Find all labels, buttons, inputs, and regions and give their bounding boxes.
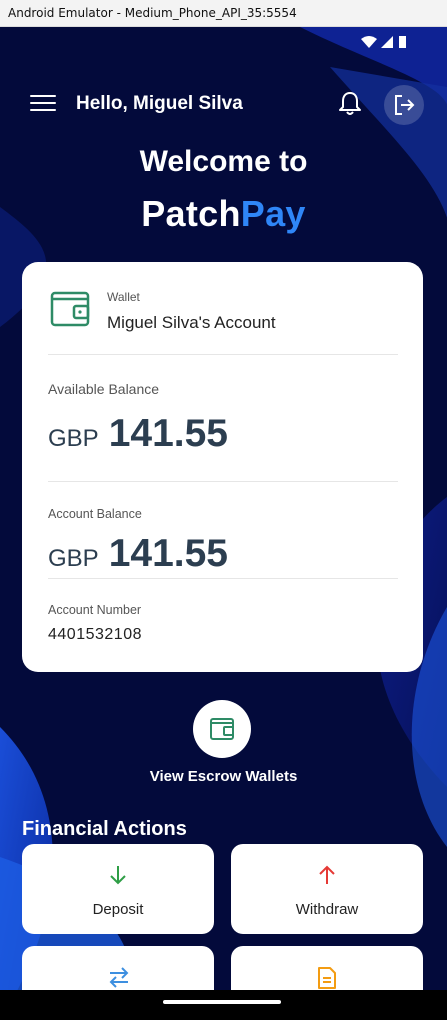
brand-logo-text: PatchPay: [0, 193, 447, 235]
available-balance-amount: GBP 141.55: [48, 412, 228, 456]
window-title: Android Emulator - Medium_Phone_API_35:5…: [8, 6, 297, 20]
brand-part-2: Pay: [240, 193, 306, 234]
view-escrow-wallets-label[interactable]: View Escrow Wallets: [0, 768, 447, 785]
divider: [48, 354, 398, 355]
account-currency: GBP: [48, 545, 99, 572]
financial-actions-heading: Financial Actions: [22, 818, 187, 840]
transfer-icon: [109, 967, 129, 988]
account-balance-amount: GBP 141.55: [48, 532, 228, 576]
escrow-wallet-icon: [210, 718, 234, 740]
arrow-up-icon: [319, 865, 335, 884]
divider: [48, 578, 398, 579]
signal-battery-icon: [361, 36, 406, 48]
deposit-label: Deposit: [92, 901, 144, 918]
divider: [48, 481, 398, 482]
menu-icon[interactable]: [30, 95, 56, 115]
arrow-down-icon: [110, 866, 126, 885]
withdraw-label: Withdraw: [295, 901, 359, 918]
status-bar: [0, 27, 447, 55]
wallet-account-name: Miguel Silva's Account: [107, 313, 276, 332]
logout-button[interactable]: [384, 85, 424, 125]
withdraw-button[interactable]: Withdraw: [231, 844, 423, 934]
wallet-label: Wallet: [107, 290, 140, 304]
available-currency: GBP: [48, 425, 99, 452]
logout-icon: [395, 95, 415, 115]
available-amount-value: 141.55: [108, 412, 228, 455]
gesture-nav-bar: [0, 990, 447, 1020]
account-number-label: Account Number: [48, 603, 142, 617]
brand-part-1: Patch: [141, 193, 241, 234]
wallet-icon: [50, 291, 90, 327]
account-number-value: 4401532108: [48, 626, 142, 643]
document-icon: [318, 967, 336, 989]
welcome-heading: Welcome to: [139, 145, 308, 178]
wallet-card: Wallet Miguel Silva's Account Available …: [22, 262, 423, 672]
notification-bell-icon[interactable]: [338, 91, 362, 117]
available-balance-label: Available Balance: [48, 381, 160, 397]
app-bar: Hello, Miguel Silva: [0, 85, 447, 127]
phone-screen: Hello, Miguel Silva Welcome to PatchPay …: [0, 27, 447, 1020]
home-gesture-handle[interactable]: [163, 1000, 281, 1004]
greeting-text: Hello, Miguel Silva: [76, 93, 243, 114]
account-balance-label: Account Balance: [48, 507, 142, 521]
deposit-button[interactable]: Deposit: [22, 844, 214, 934]
account-amount-value: 141.55: [108, 532, 228, 575]
emulator-title-bar: Android Emulator - Medium_Phone_API_35:5…: [0, 0, 447, 27]
view-escrow-wallets-button[interactable]: [193, 700, 251, 758]
